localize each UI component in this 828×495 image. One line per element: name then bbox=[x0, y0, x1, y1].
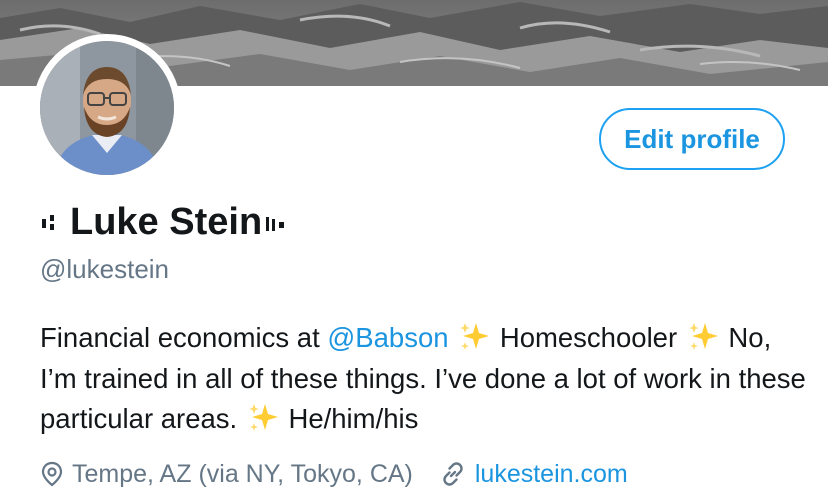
bio-text: Homeschooler bbox=[499, 322, 678, 353]
bio-text: He/him/his bbox=[288, 403, 419, 434]
profile-meta: Tempe, AZ (via NY, Tokyo, CA) lukestein.… bbox=[40, 456, 628, 492]
name-prefix-glyph-icon bbox=[40, 211, 70, 233]
link-icon bbox=[439, 461, 467, 487]
sparkles-icon bbox=[458, 321, 490, 353]
location-text: Tempe, AZ (via NY, Tokyo, CA) bbox=[72, 459, 413, 488]
edit-profile-button[interactable]: Edit profile bbox=[599, 108, 785, 170]
display-name-text: Luke Stein bbox=[70, 200, 263, 243]
location-pin-icon bbox=[40, 461, 64, 487]
location-item: Tempe, AZ (via NY, Tokyo, CA) bbox=[40, 460, 413, 489]
display-name: Luke Stein bbox=[40, 198, 292, 246]
sparkles-icon bbox=[247, 402, 279, 434]
bio-mention-link[interactable]: @Babson bbox=[327, 322, 448, 353]
avatar[interactable] bbox=[40, 41, 174, 175]
website-link[interactable]: lukestein.com bbox=[475, 460, 628, 489]
bio-text: Financial economics at bbox=[40, 322, 328, 353]
website-item[interactable]: lukestein.com bbox=[439, 460, 628, 489]
sparkles-icon bbox=[687, 321, 719, 353]
name-suffix-glyph-icon bbox=[262, 211, 292, 233]
user-handle: @lukestein bbox=[40, 254, 170, 284]
profile-bio: Financial economics at @Babson Homeschoo… bbox=[40, 318, 810, 440]
profile-photo bbox=[40, 41, 174, 175]
